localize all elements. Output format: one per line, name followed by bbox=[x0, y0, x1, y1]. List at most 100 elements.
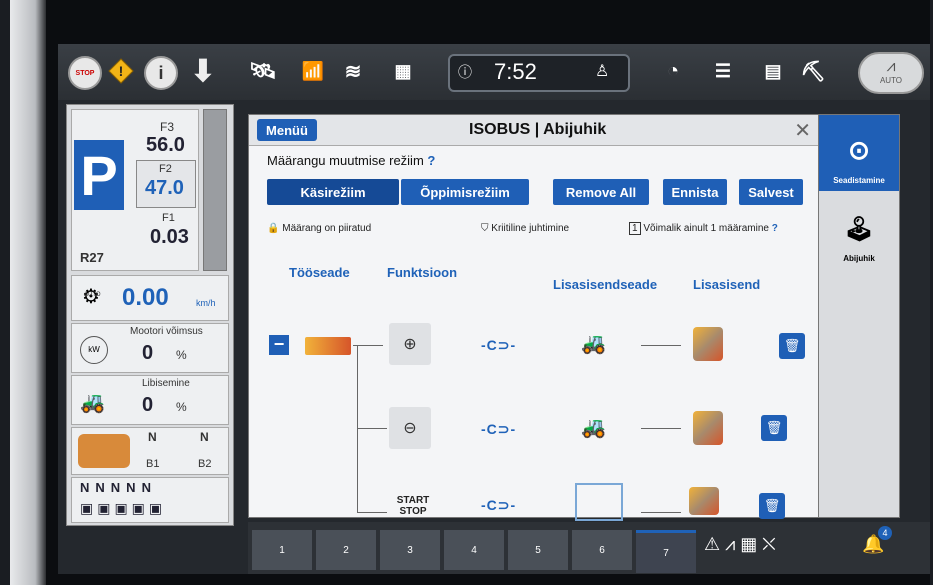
col-aux-device: Lisasisendseade bbox=[553, 277, 658, 292]
locked-status-text: Määrang on piiratud bbox=[282, 223, 372, 234]
valve-n-1: N bbox=[80, 480, 96, 495]
delete-icon[interactable]: 🗑 bbox=[759, 493, 785, 519]
row2-line bbox=[641, 428, 681, 429]
f2-box: F2 47.0 bbox=[136, 160, 196, 208]
joystick-icon: 🕹 bbox=[843, 216, 875, 243]
engine-power-label: Mootori võimsus bbox=[130, 326, 203, 337]
clock-box[interactable]: ⓘ 7:52 ♙ bbox=[448, 54, 630, 92]
save-button[interactable]: Salvest bbox=[739, 179, 803, 205]
terminal-screen: STOP ! i ⬇ 🛰 📶 ≋ ▦ ⓘ 7:52 ♙ ◔ ☰ ▤ ⛏ ⩘ AU… bbox=[58, 44, 930, 574]
gear-block: P F3 56.0 F2 47.0 F1 0.03 R27 bbox=[71, 109, 199, 271]
f2-label: F2 bbox=[159, 163, 172, 175]
device-frame: STOP ! i ⬇ 🛰 📶 ≋ ▦ ⓘ 7:52 ♙ ◔ ☰ ▤ ⛏ ⩘ AU… bbox=[10, 0, 930, 585]
gear-indicator: P bbox=[74, 140, 124, 210]
function-start-stop[interactable]: START STOP bbox=[393, 495, 433, 517]
delete-icon[interactable]: 🗑 bbox=[779, 333, 805, 359]
field-work-icon[interactable]: ⛏ bbox=[798, 56, 828, 86]
collapse-button[interactable]: − bbox=[269, 335, 289, 355]
page-6[interactable]: 6 bbox=[572, 530, 632, 570]
arrow-down-icon[interactable]: ⬇ bbox=[188, 55, 218, 88]
satellite-icon[interactable]: 🛰 bbox=[248, 56, 278, 86]
b1-label: B1 bbox=[146, 458, 160, 470]
critical-status-text: Kriitiline juhtimine bbox=[491, 223, 570, 234]
tree-line-2 bbox=[357, 428, 387, 429]
notification-badge: 4 bbox=[878, 526, 892, 540]
tab-settings-label: Seadistamine bbox=[833, 176, 885, 185]
grid-menu-icon[interactable]: ▦ bbox=[388, 56, 418, 86]
slip-label: Libisemine bbox=[142, 378, 190, 389]
f3-label: F3 bbox=[160, 120, 175, 134]
page-2[interactable]: 2 bbox=[316, 530, 376, 570]
tractor-icon[interactable]: 🚜 bbox=[581, 331, 606, 356]
page-4[interactable]: 4 bbox=[444, 530, 504, 570]
page-7[interactable]: 7 bbox=[636, 530, 696, 573]
menu-button[interactable]: Menüü bbox=[257, 119, 317, 141]
link-icon: -C⊃- bbox=[481, 337, 517, 353]
tractor-selected-icon[interactable] bbox=[575, 483, 623, 521]
col-device: Tööseade bbox=[289, 265, 350, 280]
joystick-icon bbox=[78, 434, 130, 468]
restore-button[interactable]: Ennista bbox=[663, 179, 727, 205]
function-increase[interactable]: ⊕ bbox=[389, 323, 431, 365]
warning-icon[interactable]: ! bbox=[106, 56, 136, 86]
page-3[interactable]: 3 bbox=[380, 530, 440, 570]
function-decrease[interactable]: ⊖ bbox=[389, 407, 431, 449]
valve-n-4: N bbox=[126, 480, 142, 495]
b2-label: B2 bbox=[198, 458, 212, 470]
page-5[interactable]: 5 bbox=[508, 530, 568, 570]
stop-label: STOP bbox=[75, 69, 95, 77]
delete-icon[interactable]: 🗑 bbox=[761, 415, 787, 441]
bottom-bar: 1 2 3 4 5 6 7 ⚠ ⩘ ▦ ⛌ 🔔 4 bbox=[248, 522, 930, 574]
status-icons[interactable]: ⚠ ⩘ ▦ ⛌ bbox=[704, 534, 776, 555]
isobus-window: Menüü ISOBUS | Abijuhik ✕ Määrangu muutm… bbox=[248, 114, 820, 521]
vehicle-status-panel: P F3 56.0 F2 47.0 F1 0.03 R27 ⚙ AUTO 0.0… bbox=[66, 104, 234, 526]
right-tab-bar: ⊙ Seadistamine 🕹 Abijuhik bbox=[818, 114, 900, 518]
b2-n-label: N bbox=[200, 430, 209, 444]
help-circle-icon[interactable]: ⓘ bbox=[458, 62, 472, 82]
tab-aux-label: Abijuhik bbox=[843, 254, 875, 263]
tree-line-vertical bbox=[357, 345, 358, 513]
learn-mode-button[interactable]: Õppimisrežiim bbox=[401, 179, 529, 205]
aux-input-icon[interactable] bbox=[693, 411, 723, 445]
speedometer-icon[interactable]: ◔ bbox=[658, 56, 688, 86]
window-title: ISOBUS | Abijuhik bbox=[469, 121, 607, 138]
aux-input-icon[interactable] bbox=[693, 327, 723, 361]
auto-button[interactable]: ⩘ AUTO bbox=[858, 52, 924, 94]
info-icon[interactable]: i bbox=[144, 56, 178, 90]
valve-icons: ▣▣▣▣▣ bbox=[80, 500, 167, 516]
tractor-icon[interactable]: 🚜 bbox=[581, 415, 606, 440]
throttle-bar bbox=[203, 109, 227, 271]
f1-value: 0.03 bbox=[150, 226, 189, 248]
tab-settings[interactable]: ⊙ Seadistamine bbox=[819, 115, 899, 191]
field-icon[interactable]: ▤ bbox=[758, 56, 788, 86]
valve-n-2: N bbox=[95, 480, 111, 495]
signal-icon[interactable]: 📶 bbox=[298, 56, 328, 86]
shield-icon: ⛉ bbox=[481, 223, 489, 234]
link-icon: -C⊃- bbox=[481, 497, 517, 513]
range-label: R27 bbox=[80, 250, 104, 265]
user-icon[interactable]: ♙ bbox=[595, 61, 609, 81]
single-assign-text: Võimalik ainult 1 määramine bbox=[643, 223, 769, 234]
engine-power-icon: kW bbox=[80, 336, 108, 364]
valve-n-5: N bbox=[141, 480, 157, 495]
autopilot-icon: ⩘ bbox=[886, 58, 896, 75]
aux-input-icon[interactable] bbox=[689, 487, 719, 515]
single-assign-box: 1 bbox=[629, 222, 641, 235]
implement-list-icon[interactable]: ☰ bbox=[708, 56, 738, 86]
slip-block: 🚜 Libisemine 0 % bbox=[71, 375, 229, 425]
mode-help-icon[interactable]: ? bbox=[427, 153, 435, 168]
brake-block: N B1 N B2 bbox=[71, 427, 229, 475]
f3-value: 56.0 bbox=[146, 134, 185, 156]
page-1[interactable]: 1 bbox=[252, 530, 312, 570]
slip-unit: % bbox=[176, 400, 187, 414]
tab-aux-control[interactable]: 🕹 Abijuhik bbox=[819, 193, 899, 269]
close-icon[interactable]: ✕ bbox=[794, 118, 811, 143]
stop-icon[interactable]: STOP bbox=[68, 56, 102, 90]
col-aux-input: Lisasisend bbox=[693, 277, 761, 292]
single-assign-status: 1 Võimalik ainult 1 määramine ? bbox=[629, 222, 778, 235]
speed-unit: km/h bbox=[196, 298, 216, 308]
wifi-icon[interactable]: ≋ bbox=[338, 56, 368, 86]
single-assign-help-icon[interactable]: ? bbox=[772, 223, 778, 234]
manual-mode-button[interactable]: Käsirežiim bbox=[267, 179, 399, 205]
remove-all-button[interactable]: Remove All bbox=[553, 179, 649, 205]
